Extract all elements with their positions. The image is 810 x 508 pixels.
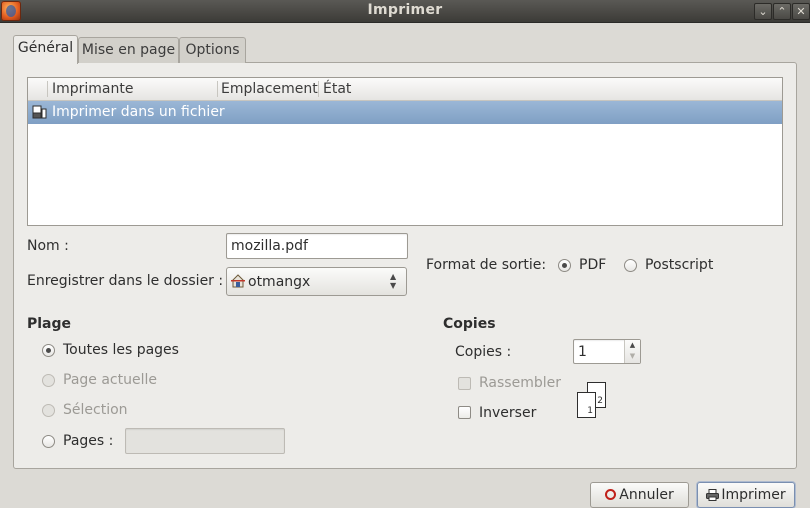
copies-title: Copies — [443, 316, 496, 332]
file-name-label: Nom : — [27, 238, 69, 254]
range-current-radio — [42, 374, 55, 387]
reverse-label[interactable]: Inverser — [479, 405, 536, 421]
collate-page-2: 2 — [597, 396, 603, 406]
cancel-button-label: Annuler — [619, 487, 674, 503]
range-all-radio[interactable] — [42, 344, 55, 357]
range-selection-radio — [42, 404, 55, 417]
format-pdf-radio[interactable] — [558, 259, 571, 272]
column-header-location[interactable]: Emplacement — [221, 78, 318, 100]
range-pages-radio[interactable] — [42, 435, 55, 448]
tab-general[interactable]: Général — [13, 35, 78, 64]
folder-value: otmangx — [248, 274, 311, 290]
tab-page-setup[interactable]: Mise en page — [78, 37, 179, 63]
print-button[interactable]: Imprimer — [697, 482, 795, 508]
copies-value: 1 — [578, 344, 587, 360]
format-postscript-label[interactable]: Postscript — [645, 257, 713, 273]
printer-row-file[interactable]: Imprimer dans un fichier — [28, 101, 782, 124]
copies-stepper[interactable]: 1 ▲ ▼ — [573, 339, 641, 364]
window-title: Imprimer — [367, 2, 443, 18]
collate-pages-icon: 2 1 — [577, 382, 611, 418]
collate-label: Rassembler — [479, 375, 561, 391]
printer-list-header: Imprimante Emplacement État — [28, 78, 782, 101]
cancel-button[interactable]: Annuler — [590, 482, 689, 508]
pages-input — [125, 428, 285, 454]
close-icon[interactable]: ✕ — [792, 3, 810, 20]
folder-combo[interactable]: otmangx ▲ ▼ — [226, 267, 407, 296]
print-to-file-icon — [32, 105, 47, 119]
column-separator — [217, 81, 218, 97]
reverse-checkbox[interactable] — [458, 406, 471, 419]
cancel-icon — [605, 489, 617, 500]
column-separator — [47, 81, 48, 97]
print-button-label: Imprimer — [721, 487, 786, 503]
home-folder-icon — [231, 274, 245, 288]
printer-name: Imprimer dans un fichier — [52, 104, 225, 120]
range-title: Plage — [27, 316, 72, 332]
title-bar[interactable]: Imprimer ⌄ ⌃ ✕ — [0, 0, 810, 23]
maximize-icon[interactable]: ⌃ — [773, 3, 791, 20]
column-header-status[interactable]: État — [323, 78, 351, 100]
printer-icon — [706, 489, 720, 501]
range-pages-label[interactable]: Pages : — [63, 433, 113, 449]
column-separator — [318, 81, 319, 97]
output-format-label: Format de sortie: — [426, 257, 547, 273]
folder-label: Enregistrer dans le dossier : — [27, 273, 224, 289]
stepper-arrows-icon[interactable]: ▲ ▼ — [624, 340, 640, 363]
combo-arrows-icon: ▲ ▼ — [390, 272, 397, 290]
tab-options[interactable]: Options — [179, 37, 246, 63]
printer-list[interactable]: Imprimante Emplacement État Imprimer dan… — [27, 77, 783, 226]
range-selection-label: Sélection — [63, 402, 128, 418]
format-pdf-label[interactable]: PDF — [579, 257, 606, 273]
column-header-printer[interactable]: Imprimante — [52, 78, 134, 100]
collate-checkbox — [458, 377, 471, 390]
minimize-icon[interactable]: ⌄ — [754, 3, 772, 20]
collate-page-1: 1 — [587, 406, 593, 416]
format-postscript-radio[interactable] — [624, 259, 637, 272]
range-current-label: Page actuelle — [63, 372, 157, 388]
file-name-input[interactable]: mozilla.pdf — [226, 233, 408, 259]
copies-label: Copies : — [455, 344, 512, 360]
range-all-label[interactable]: Toutes les pages — [63, 342, 179, 358]
